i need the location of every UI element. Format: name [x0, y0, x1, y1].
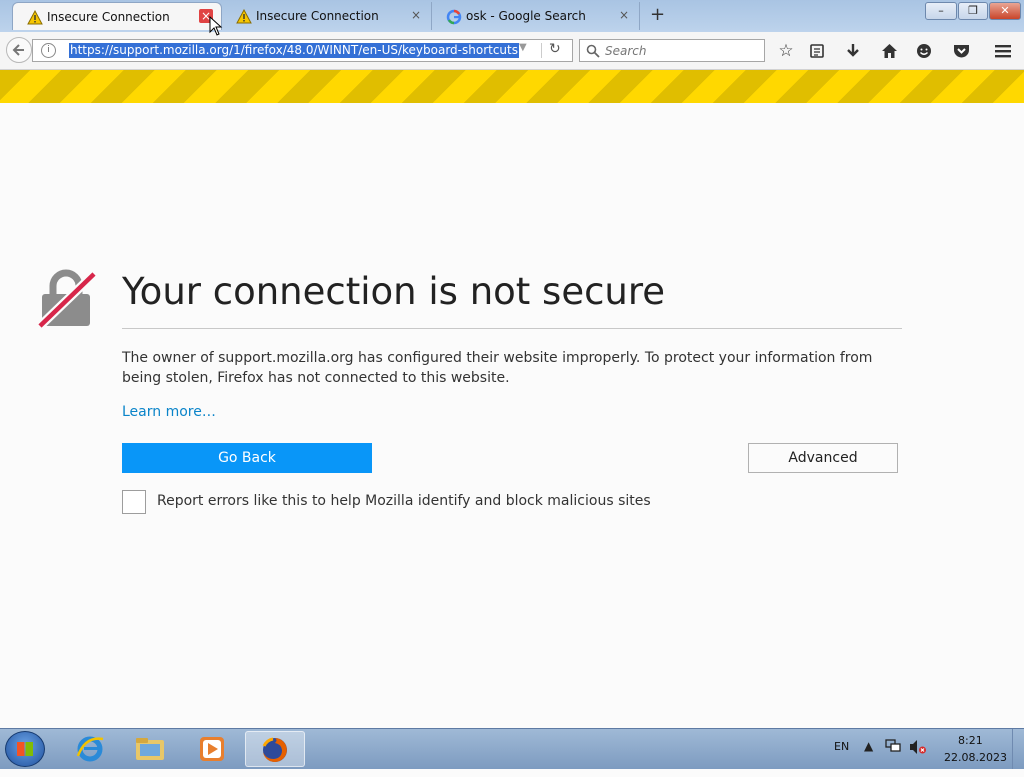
search-placeholder: Search	[605, 44, 647, 58]
navigation-toolbar: i https://support.mozilla.org/1/firefox/…	[0, 32, 1024, 70]
tab-insecure-connection-2[interactable]: Insecure Connection ×	[222, 2, 432, 30]
tab-insecure-connection-1[interactable]: Insecure Connection ×	[12, 2, 222, 30]
volume-muted-icon[interactable]	[909, 739, 927, 758]
clock-time[interactable]: 8:21	[958, 734, 983, 747]
file-explorer-icon[interactable]	[122, 731, 178, 767]
reading-list-icon[interactable]	[806, 40, 828, 62]
search-icon	[586, 44, 600, 58]
google-icon	[446, 9, 462, 25]
new-tab-button[interactable]: +	[650, 6, 665, 24]
reload-icon[interactable]: ↻	[549, 41, 561, 57]
internet-explorer-icon[interactable]	[62, 731, 118, 767]
error-description: The owner of support.mozilla.org has con…	[122, 350, 873, 386]
tab-close-icon[interactable]: ×	[617, 8, 631, 22]
tab-close-icon[interactable]: ×	[409, 8, 423, 22]
back-arrow-icon	[12, 44, 24, 56]
bookmark-star-icon[interactable]: ☆	[775, 40, 797, 62]
title-divider	[122, 328, 902, 329]
clock-date[interactable]: 22.08.2023	[944, 751, 1007, 764]
mouse-cursor-icon	[209, 16, 223, 36]
tab-strip: Insecure Connection × Insecure Connectio…	[0, 0, 1024, 32]
tab-title: Insecure Connection	[47, 10, 170, 24]
search-input[interactable]: Search	[579, 39, 765, 62]
show-desktop-button[interactable]	[1012, 729, 1024, 769]
site-info-icon[interactable]: i	[41, 43, 56, 58]
url-separator	[541, 43, 542, 58]
back-button[interactable]	[6, 37, 32, 63]
learn-more-link[interactable]: Learn more…	[122, 404, 216, 420]
minimize-button[interactable]: –	[925, 2, 957, 20]
hello-chat-icon[interactable]	[913, 40, 935, 62]
start-button[interactable]	[5, 731, 45, 767]
home-icon[interactable]	[878, 40, 900, 62]
firefox-icon[interactable]	[245, 731, 305, 767]
maximize-button[interactable]: ❐	[958, 2, 988, 20]
media-player-icon[interactable]	[184, 731, 240, 767]
pocket-icon[interactable]	[950, 40, 972, 62]
broken-lock-icon	[36, 269, 96, 328]
downloads-icon[interactable]	[842, 40, 864, 62]
report-errors-label[interactable]: Report errors like this to help Mozilla …	[157, 493, 651, 509]
warning-stripe	[0, 70, 1024, 103]
warning-icon	[27, 10, 43, 25]
tab-google-search[interactable]: osk - Google Search ×	[432, 2, 640, 30]
tab-title: Insecure Connection	[256, 9, 379, 23]
close-window-button[interactable]: ✕	[989, 2, 1021, 20]
language-indicator[interactable]: EN	[834, 740, 849, 753]
page-title: Your connection is not secure	[122, 270, 666, 313]
advanced-button[interactable]: Advanced	[748, 443, 898, 473]
menu-hamburger-icon[interactable]	[992, 40, 1014, 62]
tab-title: osk - Google Search	[466, 9, 586, 23]
url-bar[interactable]: i https://support.mozilla.org/1/firefox/…	[32, 39, 573, 62]
go-back-button[interactable]: Go Back	[122, 443, 372, 473]
url-history-dropdown-icon[interactable]: ▼	[519, 42, 527, 53]
windows-taskbar: EN ▲ 8:21 22.08.2023	[0, 728, 1024, 769]
show-hidden-icons-icon[interactable]: ▲	[864, 739, 873, 753]
report-errors-checkbox[interactable]	[122, 490, 146, 514]
warning-icon	[236, 9, 252, 24]
network-icon[interactable]	[885, 739, 901, 756]
url-text[interactable]: https://support.mozilla.org/1/firefox/48…	[69, 43, 519, 58]
